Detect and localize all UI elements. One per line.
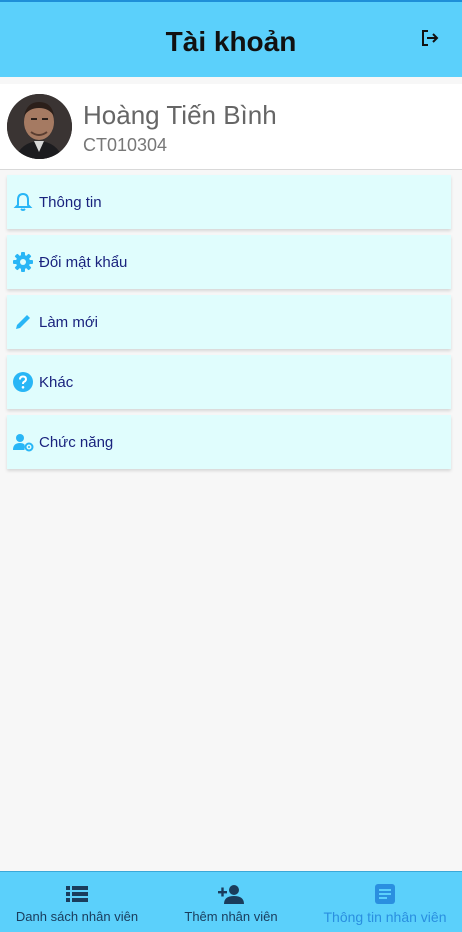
menu-item-functions[interactable]: Chức năng (7, 415, 451, 469)
nav-label: Danh sách nhân viên (15, 909, 139, 924)
menu-item-label: Khác (39, 373, 74, 391)
pencil-icon (7, 295, 39, 349)
nav-label: Thêm nhân viên (184, 909, 278, 924)
add-user-icon (218, 882, 244, 906)
help-circle-icon (7, 355, 39, 409)
app-header: Tài khoản (0, 0, 462, 77)
menu-item-refresh[interactable]: Làm mới (7, 295, 451, 349)
nav-item-add-employee[interactable]: Thêm nhân viên (154, 872, 308, 932)
menu-item-label: Đổi mật khẩu (39, 253, 128, 271)
account-menu: Thông tin Đổi mật khẩu Làm mới Khác Chức… (7, 175, 451, 475)
nav-item-employee-info[interactable]: Thông tin nhân viên (308, 872, 462, 932)
logout-button[interactable] (418, 28, 442, 52)
menu-item-info[interactable]: Thông tin (7, 175, 451, 229)
list-icon (66, 882, 88, 906)
menu-item-label: Làm mới (39, 313, 99, 331)
menu-item-change-password[interactable]: Đổi mật khẩu (7, 235, 451, 289)
menu-item-other[interactable]: Khác (7, 355, 451, 409)
menu-item-label: Thông tin (39, 193, 102, 211)
bottom-nav: Danh sách nhân viên Thêm nhân viên Thông… (0, 871, 462, 932)
nav-label: Thông tin nhân viên (323, 909, 447, 925)
bell-icon (7, 175, 39, 229)
user-settings-icon (7, 415, 39, 469)
gear-icon (7, 235, 39, 289)
menu-item-label: Chức năng (39, 433, 114, 451)
document-icon (375, 882, 395, 906)
logout-icon (420, 28, 440, 53)
profile-code: CT010304 (83, 135, 168, 155)
profile-card: Hoàng Tiến Bình CT010304 (0, 84, 462, 170)
avatar[interactable] (7, 94, 72, 159)
nav-item-employee-list[interactable]: Danh sách nhân viên (0, 872, 154, 932)
profile-name: Hoàng Tiến Bình (83, 100, 277, 130)
page-title: Tài khoản (165, 26, 297, 57)
